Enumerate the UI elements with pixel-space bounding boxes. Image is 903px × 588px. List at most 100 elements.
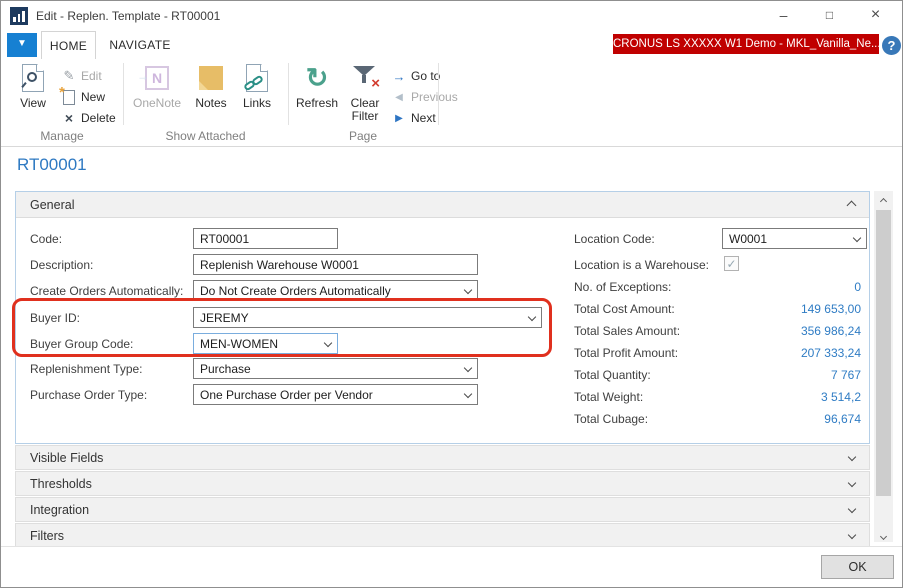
section-filters[interactable]: Filters [15,523,870,548]
previous-button[interactable]: ◀ Previous [391,87,458,107]
code-input[interactable]: RT00001 [193,228,338,249]
chevron-down-icon [880,533,887,540]
help-button[interactable]: ? [882,36,901,55]
view-button[interactable]: View [9,62,57,110]
ribbon-tab-strip: ▼ HOME NAVIGATE CRONUS LS XXXXX W1 Demo … [1,31,902,59]
chevron-up-icon[interactable] [847,201,857,211]
maximize-button[interactable]: □ [807,1,852,30]
code-value: RT00001 [200,232,249,246]
edit-button-label: Edit [81,69,102,83]
location-code-select[interactable]: W0001 [722,228,867,249]
goto-button[interactable]: → Go to [391,66,440,86]
links-doc-shape [246,64,268,92]
chevron-down-icon[interactable] [464,286,472,294]
chevron-down-icon[interactable] [848,453,856,461]
show-attached-group-label: Show Attached [123,129,288,143]
general-header[interactable]: General [16,192,869,218]
clear-filter-button[interactable]: × Clear Filter [344,62,386,123]
app-icon [10,7,28,25]
filters-label: Filters [30,529,64,543]
description-label: Description: [30,258,93,272]
new-button[interactable]: * New [61,87,105,107]
buyer-id-select[interactable]: JEREMY [193,307,542,328]
window-title: Edit - Replen. Template - RT00001 [36,9,220,23]
edit-button[interactable]: ✎ Edit [61,66,102,86]
chevron-down-icon[interactable] [528,313,536,321]
app-icon-bar [18,14,21,22]
total-cost-amount-label: Total Cost Amount: [574,302,675,316]
scrollbar-up-button[interactable] [874,191,893,207]
section-integration[interactable]: Integration [15,497,870,522]
chevron-down-icon[interactable] [848,479,856,487]
refresh-glyph: ↻ [306,64,329,92]
onenote-arrow-icon: → [137,66,149,87]
view-button-label: View [9,97,57,110]
ok-button[interactable]: OK [821,555,894,579]
footer-bar: OK [1,546,902,587]
chevron-down-icon[interactable] [464,364,472,372]
chevron-down-icon[interactable] [848,505,856,513]
funnel-icon: × [352,64,378,92]
onenote-button[interactable]: N → OneNote [129,62,185,110]
ribbon-separator [123,63,124,125]
visible-fields-label: Visible Fields [30,451,103,465]
edit-pencil-icon: ✎ [61,68,77,84]
replenishment-type-label: Replenishment Type: [30,362,143,376]
page-title: RT00001 [17,155,87,175]
refresh-button-label: Refresh [292,97,342,110]
buyer-group-code-value: MEN-WOMEN [200,337,278,351]
app-menu-button[interactable]: ▼ [7,33,37,57]
minimize-button[interactable]: – [761,1,806,30]
notes-button[interactable]: Notes [189,62,233,110]
buyer-group-code-select[interactable]: MEN-WOMEN [193,333,338,354]
chevron-down-icon[interactable] [324,339,332,347]
refresh-button[interactable]: ↻ Refresh [292,62,342,110]
location-code-label: Location Code: [574,232,655,246]
create-orders-automatically-select[interactable]: Do Not Create Orders Automatically [193,280,478,301]
notes-button-label: Notes [189,97,233,110]
funnel-stem [362,75,366,83]
location-code-value: W0001 [729,232,767,246]
chevron-down-icon[interactable] [853,234,861,242]
sticky-note-fold [199,81,208,90]
app-icon-bar [13,17,16,22]
replenishment-type-value: Purchase [200,362,251,376]
replenishment-type-select[interactable]: Purchase [193,358,478,379]
description-input[interactable]: Replenish Warehouse W0001 [193,254,478,275]
total-profit-amount-label: Total Profit Amount: [574,346,678,360]
links-button-label: Links [235,97,279,110]
goto-button-label: Go to [411,69,440,83]
title-bar: Edit - Replen. Template - RT00001 – □ × [1,1,902,31]
total-cubage-value: 96,674 [824,412,861,426]
next-button[interactable]: ▶ Next [391,108,436,128]
chain-link-icon [251,74,264,86]
view-doc-shape [22,64,44,92]
buyer-id-value: JEREMY [200,311,249,325]
create-orders-automatically-label: Create Orders Automatically: [30,284,183,298]
general-fasttab: General Code: Description: Create Orders… [15,191,870,444]
total-quantity-value: 7 767 [831,368,861,382]
tab-navigate[interactable]: NAVIGATE [100,31,180,59]
delete-button[interactable]: × Delete [61,108,116,128]
no-of-exceptions-value[interactable]: 0 [854,280,861,294]
vertical-scrollbar[interactable] [874,191,893,542]
general-header-label: General [30,198,74,212]
links-button[interactable]: Links [235,62,279,110]
section-thresholds[interactable]: Thresholds [15,471,870,496]
scrollbar-down-button[interactable] [874,526,893,542]
total-sales-amount-value: 356 986,24 [801,324,861,338]
doc-fold [37,64,44,71]
links-icon [235,62,279,94]
doc-fold [261,64,268,71]
delete-x-icon: × [61,110,77,126]
scrollbar-thumb[interactable] [876,210,891,496]
tab-home[interactable]: HOME [41,31,96,59]
close-button[interactable]: × [853,1,898,30]
chevron-down-icon[interactable] [848,531,856,539]
thresholds-label: Thresholds [30,477,92,491]
onenote-icon: N → [129,62,185,94]
purchase-order-type-select[interactable]: One Purchase Order per Vendor [193,384,478,405]
section-visible-fields[interactable]: Visible Fields [15,445,870,470]
close-icon: × [871,6,880,23]
chevron-down-icon[interactable] [464,390,472,398]
